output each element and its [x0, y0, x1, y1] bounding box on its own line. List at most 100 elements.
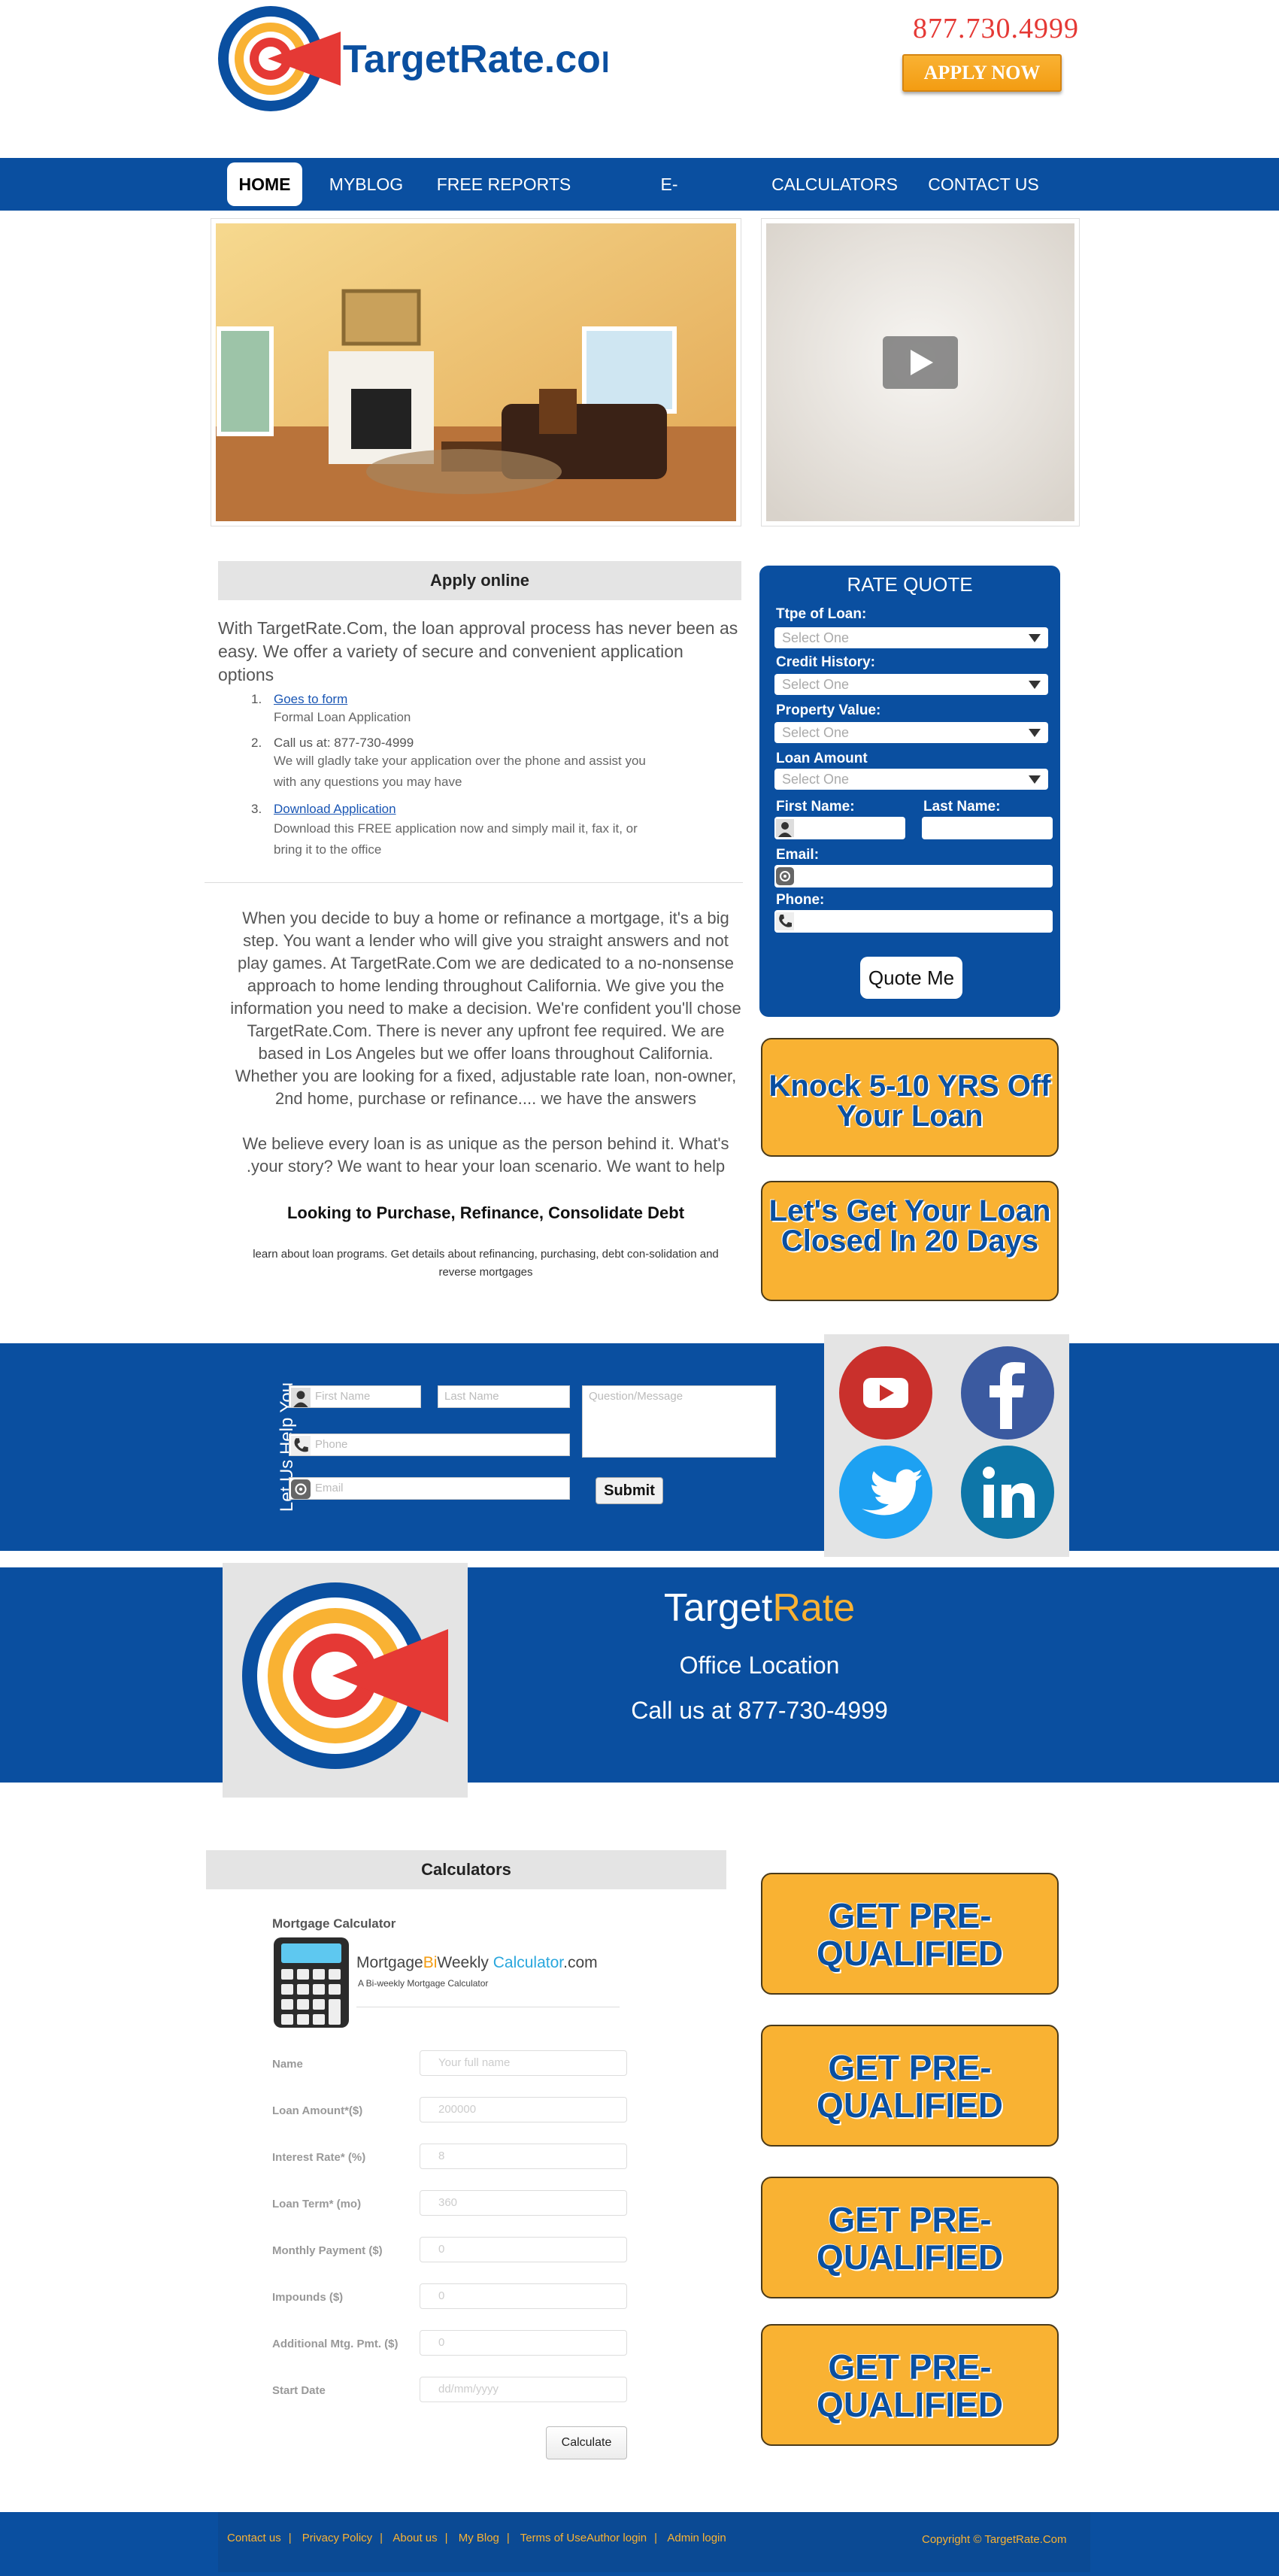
start-date-input[interactable]: dd/mm/yyyy	[420, 2377, 627, 2402]
help-first-name-input[interactable]: First Name	[289, 1385, 421, 1408]
nav-item-calculators[interactable]: CALCULATORS	[768, 162, 901, 206]
last-name-label: Last Name:	[923, 799, 1001, 815]
credit-history-label: Credit History:	[776, 654, 875, 670]
caret-down-icon	[1029, 681, 1041, 689]
pre-qualified-button[interactable]: GET PRE-QUALIFIED	[761, 2177, 1059, 2298]
email-icon	[776, 867, 794, 885]
facebook-icon[interactable]	[961, 1346, 1054, 1440]
option-number: 1.	[251, 692, 262, 706]
start-date-label: Start Date	[272, 2384, 326, 2397]
calculator-brand: MortgageBiWeekly Calculator.com	[356, 1954, 598, 1971]
apply-now-button[interactable]: APPLY NOW	[902, 54, 1062, 92]
pre-qualified-button[interactable]: GET PRE-QUALIFIED	[761, 2025, 1059, 2147]
apply-intro-text: With TargetRate.Com, the loan approval p…	[218, 618, 738, 684]
calculate-button[interactable]: Calculate	[546, 2426, 627, 2459]
phone-icon	[291, 1436, 311, 1455]
youtube-icon[interactable]	[839, 1346, 932, 1440]
header-phone[interactable]: 877.730.4999	[913, 12, 1079, 45]
impounds-input[interactable]: 0	[420, 2283, 627, 2309]
learn-text: learn about loan programs. Get details a…	[253, 1248, 719, 1279]
footer-link-about[interactable]: About us	[392, 2532, 437, 2544]
email-icon	[291, 1479, 311, 1499]
caret-down-icon	[1029, 775, 1041, 784]
nav-item-free-reports[interactable]: FREE REPORTS	[436, 162, 571, 206]
loan-amount-select[interactable]: Select One	[774, 769, 1048, 790]
name-input[interactable]: Your full name	[420, 2050, 627, 2076]
first-name-input[interactable]	[774, 817, 905, 839]
video-player[interactable]	[761, 218, 1080, 526]
loan-term-label: Loan Term* (mo)	[272, 2198, 362, 2210]
property-value-label: Property Value:	[776, 702, 881, 718]
credit-history-select[interactable]: Select One	[774, 674, 1048, 695]
twitter-icon[interactable]	[839, 1446, 932, 1539]
pre-qualified-button[interactable]: GET PRE-QUALIFIED	[761, 2324, 1059, 2446]
user-icon	[776, 819, 794, 837]
divider	[205, 882, 743, 883]
office-call-text[interactable]: Call us at 877-730-4999	[556, 1697, 962, 1725]
footer-link-admin[interactable]: Admin login	[667, 2532, 726, 2544]
footer-link-terms[interactable]: Terms of UseAuthor login	[520, 2532, 647, 2544]
option-number: 2.	[251, 736, 262, 750]
email-input[interactable]	[774, 865, 1053, 887]
svg-text:TargetRate.com: TargetRate.com	[343, 38, 608, 81]
loan-amount-label: Loan Amount*($)	[272, 2104, 363, 2117]
looking-heading: Looking to Purchase, Refinance, Consolid…	[286, 1203, 685, 1222]
loan-term-input[interactable]: 360	[420, 2190, 627, 2216]
option-number: 3.	[251, 802, 262, 816]
monthly-payment-input[interactable]: 0	[420, 2237, 627, 2262]
office-logo	[223, 1563, 468, 1798]
caret-down-icon	[1029, 729, 1041, 737]
copyright-text: Copyright © TargetRate.Com	[922, 2533, 1067, 2546]
hero-image	[211, 218, 741, 526]
knock-years-button[interactable]: Knock 5-10 YRS Off Your Loan	[761, 1038, 1059, 1157]
interest-rate-input[interactable]: 8	[420, 2144, 627, 2169]
calculators-heading: Calculators	[206, 1850, 726, 1889]
about-paragraph: When you decide to buy a home or refinan…	[230, 909, 741, 1108]
email-label: Email:	[776, 847, 820, 863]
caret-down-icon	[1029, 634, 1041, 642]
office-location-text: Office Location	[679, 1652, 840, 1679]
name-label: Name	[272, 2058, 303, 2071]
nav-item-myblog[interactable]: MYBLOG	[325, 162, 408, 206]
loan-amount-label: Loan Amount	[776, 751, 868, 766]
option-description: Formal Loan Application	[274, 710, 411, 724]
user-icon	[291, 1388, 311, 1407]
apply-online-heading: Apply online	[218, 561, 741, 600]
footer-link-privacy[interactable]: Privacy Policy	[302, 2532, 372, 2544]
help-last-name-input[interactable]: Last Name	[438, 1385, 570, 1408]
loan-type-label: Ttpe of Loan:	[776, 606, 867, 622]
loan-closed-button[interactable]: Let's Get Your Loan Closed In 20 Days	[761, 1181, 1059, 1301]
office-brand-title: TargetRate	[663, 1586, 856, 1630]
footer-link-blog[interactable]: My Blog	[459, 2532, 499, 2544]
linkedin-icon[interactable]	[961, 1446, 1054, 1539]
help-email-input[interactable]: Email	[289, 1477, 570, 1500]
additional-payment-input[interactable]: 0	[420, 2330, 627, 2356]
phone-icon	[776, 912, 794, 930]
pre-qualified-button[interactable]: GET PRE-QUALIFIED	[761, 1873, 1059, 1995]
download-application-link[interactable]: Download Application	[274, 802, 396, 817]
footer-link-contact[interactable]: Contact us	[227, 2532, 281, 2544]
last-name-input[interactable]	[922, 817, 1053, 839]
goes-to-form-link[interactable]: Goes to form	[274, 692, 347, 707]
phone-input[interactable]	[774, 910, 1053, 933]
nav-item-home[interactable]: HOME	[227, 162, 302, 206]
footer-links: Contact us | Privacy Policy | About us | My…	[227, 2532, 726, 2544]
site-logo[interactable]: TargetRate.com	[217, 5, 635, 111]
nav-item-contact-us[interactable]: CONTACT US	[923, 162, 1044, 206]
help-phone-input[interactable]: Phone	[289, 1434, 570, 1456]
calculator-icon	[272, 1936, 350, 2029]
mortgage-calculator-title: Mortgage Calculator	[272, 1916, 396, 1931]
loan-amount-input[interactable]: 200000	[420, 2097, 627, 2122]
help-message-textarea[interactable]: Question/Message	[582, 1385, 776, 1458]
call-us-text: Call us at: 877-730-4999	[274, 736, 414, 750]
property-value-select[interactable]: Select One	[774, 722, 1048, 743]
help-submit-button[interactable]: Submit	[596, 1477, 663, 1504]
about-paragraph-2: We believe every loan is as unique as th…	[242, 1134, 729, 1176]
loan-type-select[interactable]: Select One	[774, 627, 1048, 648]
quote-me-button[interactable]: Quote Me	[860, 957, 962, 999]
nav-item-e-newsletter[interactable]: E-NEWSLETTER	[602, 162, 737, 238]
monthly-payment-label: Monthly Payment ($)	[272, 2244, 383, 2257]
interest-rate-label: Interest Rate* (%)	[272, 2151, 366, 2164]
calculator-subtitle: A Bi-weekly Mortgage Calculator	[358, 1978, 489, 1989]
phone-label: Phone:	[776, 892, 825, 908]
